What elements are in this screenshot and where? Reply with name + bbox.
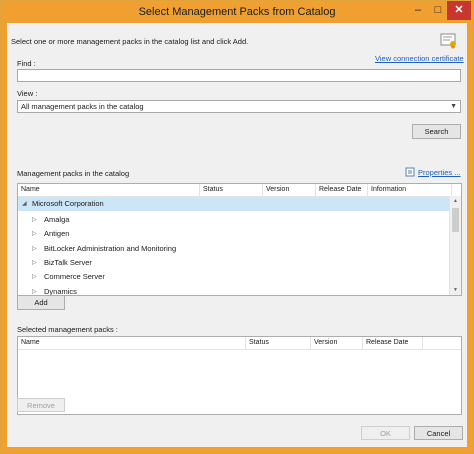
expand-icon[interactable]: ▷ — [32, 227, 37, 241]
properties-icon — [405, 167, 415, 177]
instruction-text: Select one or more management packs in t… — [11, 37, 249, 46]
list-item-label: BitLocker Administration and Monitoring — [44, 244, 177, 253]
catalog-scrollbar[interactable]: ▲ ▼ — [449, 196, 461, 295]
scroll-up-icon[interactable]: ▲ — [450, 196, 461, 206]
certificate-icon — [440, 33, 456, 49]
title-bar[interactable]: Select Management Packs from Catalog – □… — [1, 1, 473, 23]
scroll-down-icon[interactable]: ▼ — [450, 285, 461, 295]
group-label: Microsoft Corporation — [32, 199, 104, 208]
list-item[interactable]: ▷ BizTalk Server — [18, 256, 451, 270]
list-item[interactable]: ▷ Antigen — [18, 227, 451, 241]
list-item-label: Dynamics — [44, 287, 77, 295]
chevron-down-icon: ▼ — [450, 103, 457, 110]
list-item-label: Antigen — [44, 229, 70, 238]
selected-label: Selected management packs : — [17, 325, 118, 334]
view-certificate-link[interactable]: View connection certificate — [375, 54, 464, 63]
selected-grid[interactable]: Name Status Version Release Date — [17, 336, 462, 415]
catalog-group-row[interactable]: ◢ Microsoft Corporation — [18, 197, 451, 211]
search-button[interactable]: Search — [412, 124, 461, 139]
window-title: Select Management Packs from Catalog — [138, 6, 336, 18]
list-item[interactable]: ▷ Dynamics — [18, 285, 451, 295]
list-item[interactable]: ▷ Amalga — [18, 213, 451, 227]
list-item-label: BizTalk Server — [44, 258, 92, 267]
close-button[interactable]: ✕ — [447, 1, 471, 20]
list-item-label: Amalga — [44, 215, 70, 224]
catalog-grid[interactable]: Name Status Version Release Date Informa… — [17, 183, 462, 296]
selected-col-release-date[interactable]: Release Date — [363, 337, 423, 349]
dialog-body: Select one or more management packs in t… — [7, 23, 467, 447]
minimize-button[interactable]: – — [407, 1, 429, 20]
list-item-label: Commerce Server — [44, 272, 105, 281]
expand-icon[interactable]: ▷ — [32, 213, 37, 227]
view-select[interactable]: All management packs in the catalog ▼ — [17, 100, 461, 113]
view-label: View : — [17, 89, 38, 98]
collapse-icon[interactable]: ◢ — [22, 197, 27, 211]
expand-icon[interactable]: ▷ — [32, 270, 37, 284]
catalog-col-release-date[interactable]: Release Date — [316, 184, 368, 196]
view-select-value: All management packs in the catalog — [21, 102, 144, 111]
catalog-col-information[interactable]: Information — [368, 184, 452, 196]
ok-button[interactable]: OK — [361, 426, 410, 440]
expand-icon[interactable]: ▷ — [32, 242, 37, 256]
catalog-col-status[interactable]: Status — [200, 184, 263, 196]
remove-button[interactable]: Remove — [17, 398, 65, 412]
properties-link[interactable]: Properties ... — [418, 168, 461, 177]
expand-icon[interactable]: ▷ — [32, 256, 37, 270]
selected-col-version[interactable]: Version — [311, 337, 363, 349]
cancel-button[interactable]: Cancel — [414, 426, 463, 440]
find-input[interactable] — [17, 69, 461, 82]
selected-col-name[interactable]: Name — [18, 337, 246, 349]
maximize-button[interactable]: □ — [429, 1, 447, 20]
add-button[interactable]: Add — [17, 295, 65, 310]
selected-col-status[interactable]: Status — [246, 337, 311, 349]
list-item[interactable]: ▷ Commerce Server — [18, 270, 451, 284]
catalog-label: Management packs in the catalog — [17, 169, 130, 178]
list-item[interactable]: ▷ BitLocker Administration and Monitorin… — [18, 242, 451, 256]
expand-icon[interactable]: ▷ — [32, 285, 37, 295]
dialog-window: Select Management Packs from Catalog – □… — [0, 0, 474, 454]
catalog-col-name[interactable]: Name — [18, 184, 200, 196]
scroll-thumb[interactable] — [452, 208, 459, 232]
catalog-col-version[interactable]: Version — [263, 184, 316, 196]
find-label: Find : — [17, 59, 36, 68]
